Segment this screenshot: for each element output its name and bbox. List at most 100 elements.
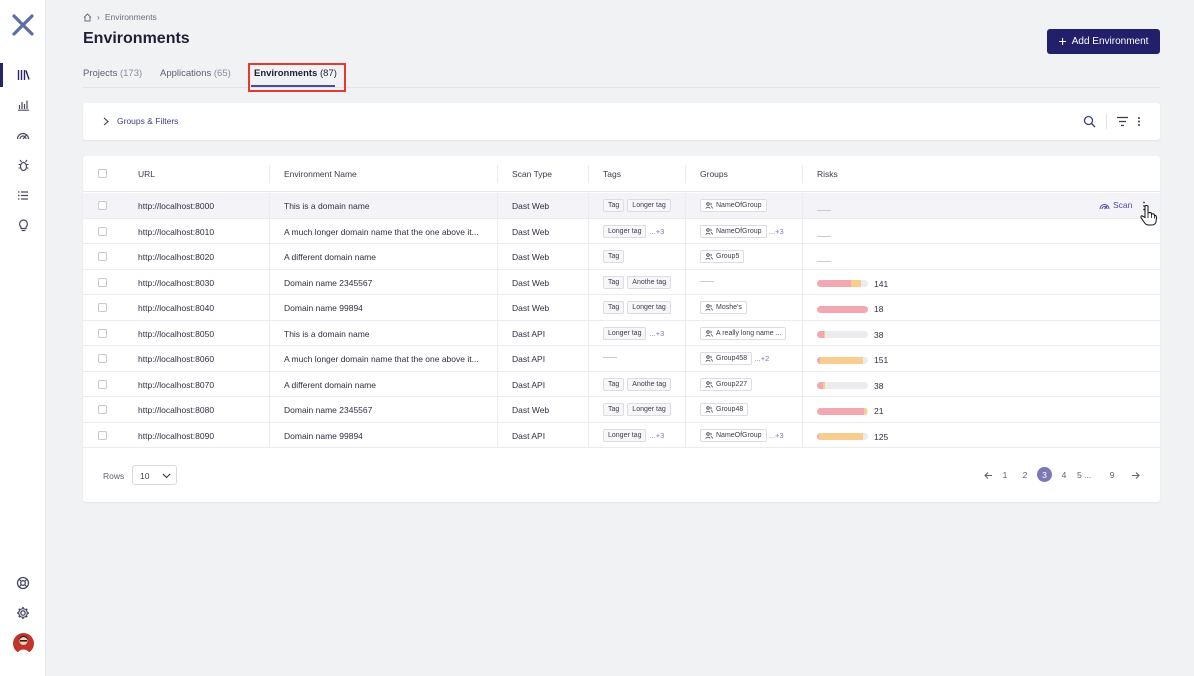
row-checkbox[interactable]	[98, 277, 107, 287]
row-url[interactable]: http://localhost:8060	[138, 354, 214, 364]
group-chip[interactable]: A really long name ...	[700, 326, 787, 340]
table-row[interactable]: http://localhost:8040 Domain name 99894 …	[83, 295, 1160, 321]
groups-filters-toggle[interactable]: Groups & Filters	[103, 116, 178, 126]
bug-icon[interactable]	[14, 156, 32, 174]
home-icon[interactable]	[83, 12, 92, 22]
group-chip[interactable]: NameOfGroup	[700, 428, 767, 442]
group-chip[interactable]: NameOfGroup	[700, 224, 767, 238]
pagination-page[interactable]: 2	[1020, 466, 1030, 484]
row-checkbox[interactable]	[98, 354, 107, 363]
list-icon[interactable]	[14, 186, 32, 204]
row-environment-name[interactable]: Domain name 2345567	[284, 405, 372, 415]
tag-chip[interactable]: Longer tag	[603, 224, 647, 238]
tag-chip[interactable]: Tag	[603, 377, 625, 391]
group-chip[interactable]: Group48	[700, 403, 749, 416]
tags-more-link[interactable]: ...+3	[649, 431, 664, 440]
group-chip[interactable]: Group227	[700, 377, 753, 391]
gear-icon[interactable]	[14, 604, 32, 622]
row-environment-name[interactable]: This is a domain name	[284, 329, 370, 339]
search-icon[interactable]	[1083, 115, 1096, 128]
tab-applications[interactable]: Applications (65)	[160, 68, 231, 79]
tag-chip[interactable]: Longer tag	[627, 199, 671, 212]
tag-chip[interactable]: Longer tag	[603, 326, 647, 340]
row-checkbox[interactable]	[98, 405, 107, 414]
pagination-next[interactable]	[1129, 466, 1141, 484]
row-environment-name[interactable]: A much longer domain name that the one a…	[284, 354, 479, 364]
row-checkbox[interactable]	[98, 430, 107, 440]
row-url[interactable]: http://localhost:8020	[138, 252, 214, 262]
tag-chip[interactable]: Longer tag	[627, 403, 671, 416]
table-row[interactable]: http://localhost:8070 A different domain…	[83, 371, 1160, 397]
tag-chip[interactable]: Tag	[603, 403, 625, 416]
avatar[interactable]	[13, 633, 34, 654]
tag-chip[interactable]: Tag	[603, 199, 625, 212]
group-chip[interactable]: Moshe's	[700, 301, 747, 314]
tab-projects[interactable]: Projects (173)	[83, 68, 142, 79]
select-all-checkbox[interactable]	[98, 169, 107, 178]
table-row[interactable]: http://localhost:8060 A much longer doma…	[83, 346, 1160, 372]
table-row[interactable]: http://localhost:8000 This is a domain n…	[83, 193, 1160, 219]
row-checkbox[interactable]	[98, 201, 107, 210]
group-chip[interactable]: NameOfGroup	[700, 199, 767, 212]
row-url[interactable]: http://localhost:8090	[138, 431, 214, 441]
groups-more-link[interactable]: ...+2	[755, 354, 770, 363]
row-checkbox[interactable]	[98, 328, 107, 338]
row-url[interactable]: http://localhost:8070	[138, 380, 214, 390]
lightbulb-icon[interactable]	[14, 216, 32, 234]
table-row[interactable]: http://localhost:8010 A much longer doma…	[83, 218, 1160, 244]
table-row[interactable]: http://localhost:8030 Domain name 234556…	[83, 269, 1160, 295]
row-environment-name[interactable]: Domain name 99894	[284, 303, 363, 313]
row-environment-name[interactable]: A much longer domain name that the one a…	[284, 227, 479, 237]
column-risks[interactable]: Risks	[817, 169, 838, 179]
column-scan-type[interactable]: Scan Type	[512, 169, 552, 179]
table-row[interactable]: http://localhost:8080 Domain name 234556…	[83, 397, 1160, 423]
rows-per-page-select[interactable]: 10	[132, 465, 177, 485]
pagination-prev[interactable]	[982, 466, 994, 484]
tag-chip[interactable]: Longer tag	[603, 428, 647, 442]
add-environment-button[interactable]: + Add Environment	[1047, 29, 1160, 54]
tag-chip[interactable]: Anothe tag	[627, 275, 672, 289]
pagination-page[interactable]: 4	[1059, 466, 1069, 484]
row-checkbox[interactable]	[98, 303, 107, 312]
row-environment-name[interactable]: A different domain name	[284, 252, 376, 262]
row-url[interactable]: http://localhost:8080	[138, 405, 214, 415]
column-tags[interactable]: Tags	[603, 169, 621, 179]
table-row[interactable]: http://localhost:8090 Domain name 99894 …	[83, 422, 1160, 448]
row-environment-name[interactable]: Domain name 2345567	[284, 278, 372, 288]
tags-more-link[interactable]: ...+3	[649, 329, 664, 338]
groups-more-link[interactable]: ...+3	[769, 227, 784, 236]
support-icon[interactable]	[14, 574, 32, 592]
row-url[interactable]: http://localhost:8050	[138, 329, 214, 339]
pagination-page[interactable]: 9	[1107, 466, 1117, 484]
scan-button[interactable]: Scan	[1099, 200, 1132, 210]
pagination-page[interactable]: 1	[1000, 466, 1010, 484]
table-row[interactable]: http://localhost:8050 This is a domain n…	[83, 320, 1160, 346]
tag-chip[interactable]: Tag	[603, 301, 625, 314]
tag-chip[interactable]: Anothe tag	[627, 377, 672, 391]
row-environment-name[interactable]: A different domain name	[284, 380, 376, 390]
more-vertical-icon[interactable]	[1135, 115, 1143, 128]
pagination-page[interactable]: 5 ...	[1077, 466, 1091, 484]
row-checkbox[interactable]	[98, 226, 107, 236]
pagination-current-page[interactable]: 3	[1037, 467, 1052, 482]
row-url[interactable]: http://localhost:8030	[138, 278, 214, 288]
row-url[interactable]: http://localhost:8010	[138, 227, 214, 237]
logo-x-icon[interactable]	[12, 14, 34, 36]
row-url[interactable]: http://localhost:8000	[138, 201, 214, 211]
column-url[interactable]: URL	[138, 169, 155, 179]
library-icon[interactable]	[14, 66, 32, 84]
radar-icon[interactable]	[14, 126, 32, 144]
group-chip[interactable]: Group5	[700, 250, 745, 263]
row-environment-name[interactable]: Domain name 99894	[284, 431, 363, 441]
group-chip[interactable]: Group458	[700, 352, 753, 365]
table-row[interactable]: http://localhost:8020 A different domain…	[83, 244, 1160, 270]
tag-chip[interactable]: Longer tag	[627, 301, 671, 314]
column-groups[interactable]: Groups	[700, 169, 728, 179]
row-checkbox[interactable]	[98, 252, 107, 261]
row-url[interactable]: http://localhost:8040	[138, 303, 214, 313]
tag-chip[interactable]: Tag	[603, 275, 625, 289]
tag-chip[interactable]: Tag	[603, 250, 625, 263]
tags-more-link[interactable]: ...+3	[649, 227, 664, 236]
bar-chart-icon[interactable]	[14, 96, 32, 114]
filter-icon[interactable]	[1116, 116, 1129, 127]
